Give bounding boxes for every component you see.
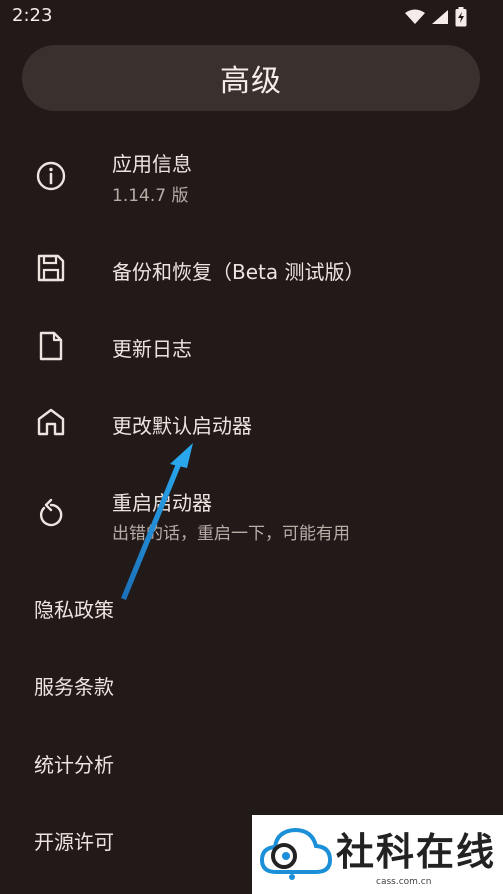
- document-icon: [39, 331, 63, 361]
- open-source-licenses-link[interactable]: 开源许可: [34, 826, 114, 855]
- save-icon: [37, 254, 65, 282]
- watermark-text: 社科在线: [336, 829, 497, 874]
- status-time: 2:23: [12, 5, 53, 26]
- restart-launcher-label: 重启启动器: [112, 491, 212, 515]
- status-icons: [405, 7, 467, 27]
- backup-restore-item[interactable]: 备份和恢复（Beta 测试版）: [0, 238, 503, 298]
- restart-launcher-item[interactable]: 重启启动器 出错的话，重启一下，可能有用: [0, 478, 503, 558]
- battery-icon: [455, 7, 467, 27]
- wifi-icon: [405, 9, 425, 24]
- privacy-policy-link[interactable]: 隐私政策: [34, 594, 114, 623]
- restart-launcher-description: 出错的话，重启一下，可能有用: [112, 524, 350, 544]
- changelog-label: 更新日志: [112, 337, 192, 361]
- status-bar: 2:23: [0, 0, 503, 34]
- changelog-item[interactable]: 更新日志: [0, 315, 503, 375]
- app-version: 1.14.7 版: [112, 186, 189, 206]
- watermark-logo: 社科在线 cass.com.cn: [252, 815, 503, 894]
- watermark-url: cass.com.cn: [376, 877, 432, 887]
- signal-icon: [432, 10, 448, 24]
- home-icon: [37, 408, 65, 436]
- app-info-label: 应用信息: [112, 152, 192, 176]
- change-default-launcher-item[interactable]: 更改默认启动器: [0, 392, 503, 452]
- app-info-item[interactable]: 应用信息 1.14.7 版: [0, 140, 503, 220]
- backup-restore-label: 备份和恢复（Beta 测试版）: [112, 260, 365, 284]
- cloud-logo-icon: [259, 827, 333, 880]
- terms-of-service-link[interactable]: 服务条款: [34, 671, 114, 700]
- page-title: 高级: [220, 64, 282, 99]
- change-default-launcher-label: 更改默认启动器: [112, 414, 252, 438]
- restart-icon: [39, 498, 63, 527]
- analytics-link[interactable]: 统计分析: [34, 749, 114, 778]
- page-header: 高级: [22, 45, 480, 111]
- info-icon: [36, 161, 66, 191]
